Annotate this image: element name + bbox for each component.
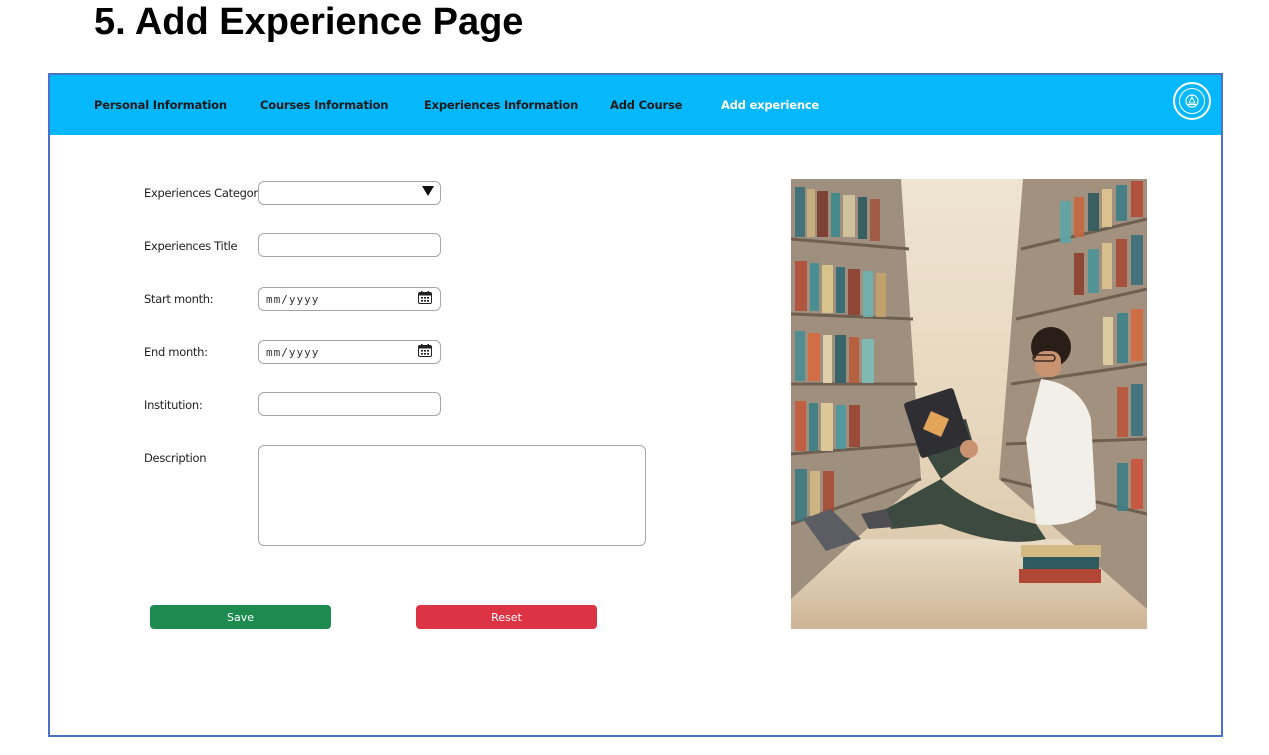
reset-button[interactable]: Reset — [416, 605, 597, 629]
start-month-placeholder: mm/yyyy — [266, 293, 320, 306]
end-month-label: End month: — [144, 345, 208, 359]
document-heading: 5. Add Experience Page — [94, 1, 524, 43]
top-navbar: Personal Information Courses Information… — [50, 75, 1221, 135]
nav-experiences-information[interactable]: Experiences Information — [424, 98, 578, 112]
app-window: Personal Information Courses Information… — [48, 73, 1223, 737]
seal-icon — [1179, 88, 1205, 114]
start-month-label: Start month: — [144, 292, 214, 306]
save-button[interactable]: Save — [150, 605, 331, 629]
description-textarea[interactable] — [258, 445, 646, 546]
institution-label: Institution: — [144, 398, 203, 412]
nav-courses-information[interactable]: Courses Information — [260, 98, 388, 112]
university-seal-logo — [1173, 82, 1211, 120]
experiences-title-input[interactable] — [258, 233, 441, 257]
nav-add-course[interactable]: Add Course — [610, 98, 682, 112]
experiences-category-select[interactable] — [258, 181, 441, 205]
nav-personal-information[interactable]: Personal Information — [94, 98, 227, 112]
nav-add-experience[interactable]: Add experience — [721, 98, 819, 112]
experiences-title-label: Experiences Title — [144, 239, 238, 253]
calendar-icon[interactable] — [418, 291, 432, 304]
caret-down-icon — [422, 186, 434, 196]
calendar-icon[interactable] — [418, 344, 432, 357]
description-label: Description — [144, 451, 207, 465]
institution-input[interactable] — [258, 392, 441, 416]
start-month-input[interactable]: mm/yyyy — [258, 287, 441, 311]
student-reading-library-image — [791, 179, 1147, 629]
end-month-placeholder: mm/yyyy — [266, 346, 320, 359]
experiences-category-label: Experiences Category — [144, 186, 265, 200]
end-month-input[interactable]: mm/yyyy — [258, 340, 441, 364]
